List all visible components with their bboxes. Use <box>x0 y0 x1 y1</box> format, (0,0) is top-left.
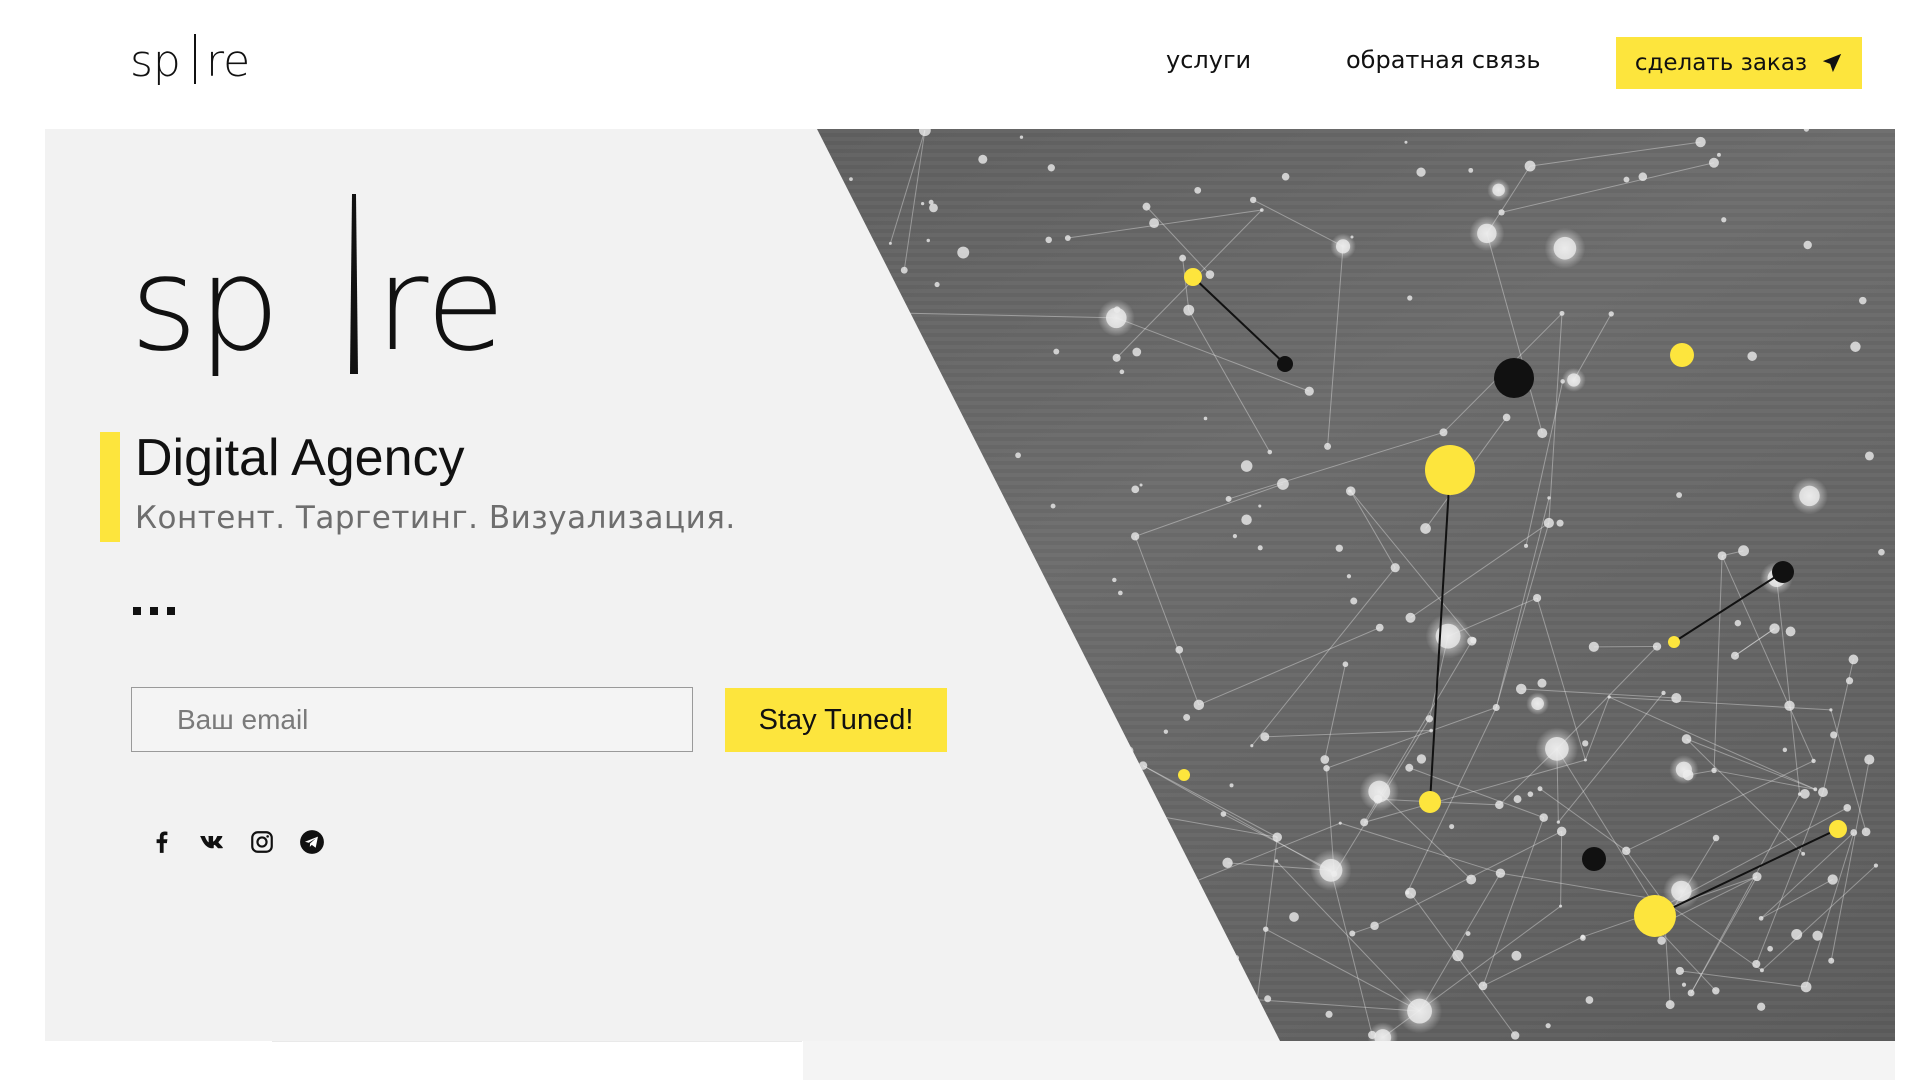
svg-text:re: re <box>375 228 506 380</box>
email-input[interactable] <box>131 687 693 752</box>
below-fold-left <box>272 1041 802 1081</box>
accent-bar <box>100 432 120 542</box>
telegram-icon[interactable] <box>299 829 325 855</box>
nav-feedback-link[interactable]: обратная связь <box>1346 46 1541 74</box>
instagram-icon[interactable] <box>249 829 275 855</box>
ellipsis-dots <box>133 607 175 615</box>
order-button[interactable]: сделать заказ <box>1616 37 1862 89</box>
facebook-icon[interactable] <box>149 829 175 855</box>
hero-logo: sp re <box>130 184 550 384</box>
social-links <box>149 829 325 855</box>
vk-icon[interactable] <box>199 829 225 855</box>
site-header: sp re услуги обратная связь сделать зака… <box>0 0 1920 128</box>
hero-section: sp re Digital Agency Контент. Таргетинг.… <box>45 129 1895 1041</box>
hero-title: Digital Agency <box>135 428 465 488</box>
svg-text:re: re <box>206 36 250 87</box>
order-button-label: сделать заказ <box>1635 50 1807 76</box>
nav-services-link[interactable]: услуги <box>1166 46 1251 74</box>
hero-subtitle: Контент. Таргетинг. Визуализация. <box>135 500 736 536</box>
svg-text:sp: sp <box>130 228 280 380</box>
stay-tuned-button[interactable]: Stay Tuned! <box>725 688 947 752</box>
below-fold-right <box>803 1041 1895 1080</box>
svg-text:sp: sp <box>130 36 181 87</box>
send-icon <box>1821 52 1843 74</box>
header-logo[interactable]: sp re <box>130 24 270 94</box>
